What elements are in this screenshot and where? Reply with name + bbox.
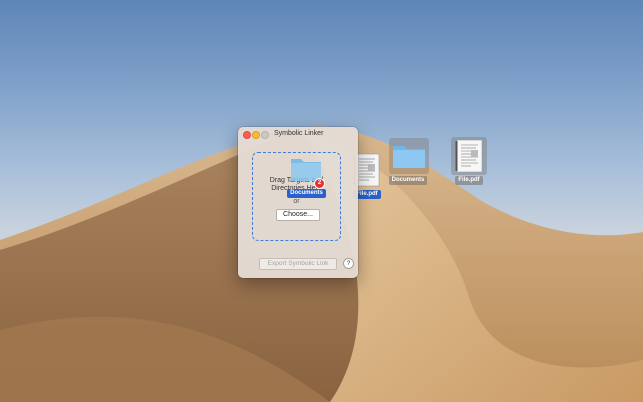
- symbolic-linker-window: Symbolic Linker Drag Targets and Directo…: [238, 127, 358, 278]
- desktop-icon-label: Documents: [389, 176, 427, 185]
- desktop-icon-documents-folder[interactable]: [389, 138, 429, 174]
- window-titlebar[interactable]: Symbolic Linker: [238, 127, 358, 141]
- export-symbolic-link-button[interactable]: Export Symbolic Link: [259, 258, 337, 270]
- drag-count-badge: 2: [314, 178, 325, 189]
- folder-icon: [393, 146, 425, 168]
- pdf-document-icon: [455, 139, 483, 173]
- help-button[interactable]: ?: [343, 258, 354, 269]
- window-title: Symbolic Linker: [274, 130, 324, 137]
- desktop-icon-file-pdf[interactable]: [451, 137, 487, 175]
- close-button[interactable]: [243, 131, 251, 139]
- or-label: or: [293, 198, 300, 205]
- minimize-button[interactable]: [252, 131, 260, 139]
- desktop-icon-label: File.pdf: [455, 176, 483, 185]
- zoom-button[interactable]: [261, 131, 269, 139]
- choose-button[interactable]: Choose...: [276, 209, 320, 221]
- dragged-item-label: Documents: [287, 189, 326, 198]
